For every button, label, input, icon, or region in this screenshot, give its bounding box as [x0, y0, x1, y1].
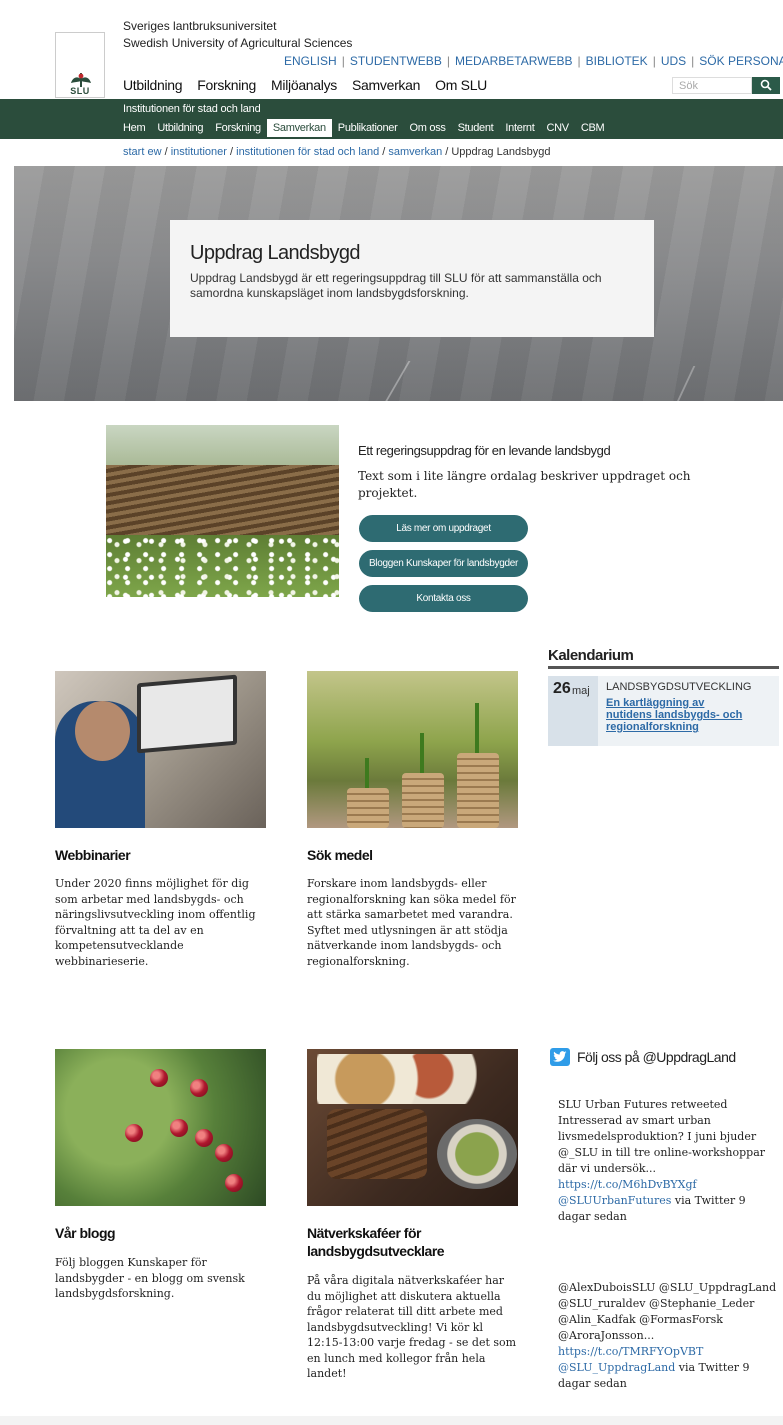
- org-name-sv: Sveriges lantbruksuniversitet: [123, 19, 277, 33]
- slu-logo[interactable]: SLU: [55, 32, 105, 98]
- coins-sprouts-image[interactable]: [307, 671, 518, 828]
- subnav-hem[interactable]: Hem: [123, 119, 151, 137]
- intro-text: Text som i lite längre ordalag beskriver…: [358, 469, 691, 500]
- card-title-sok-medel[interactable]: Sök medel: [307, 846, 373, 864]
- link-studentwebb[interactable]: STUDENTWEBB: [350, 54, 442, 68]
- card-text-natverkskafeer: På våra digitala nätverkskaféer har du m…: [307, 1274, 517, 1380]
- hero-text: Uppdrag Landsbygd är ett regeringsuppdra…: [190, 271, 602, 300]
- magnifier-icon: [760, 79, 772, 91]
- link-uds[interactable]: UDS: [661, 54, 686, 68]
- berries-image[interactable]: [55, 1049, 266, 1206]
- intro-heading: Ett regeringsuppdrag för en levande land…: [358, 443, 611, 458]
- card-text-var-blogg: Följ bloggen Kunskaper för landsbygder -…: [55, 1256, 245, 1300]
- link-medarbetarwebb[interactable]: MEDARBETARWEBB: [455, 54, 573, 68]
- subnav-student[interactable]: Student: [452, 119, 500, 137]
- link-bibliotek[interactable]: BIBLIOTEK: [586, 54, 648, 68]
- calendar-title: Kalendarium: [548, 647, 634, 664]
- tweet-2-handle[interactable]: @SLU_UppdragLand: [558, 1361, 675, 1374]
- card-text-webbinarier: Under 2020 finns möjlighet för dig som a…: [55, 877, 256, 968]
- twitter-bird-icon: [550, 1048, 570, 1066]
- webinar-image[interactable]: [55, 671, 266, 828]
- nav-miljoanalys[interactable]: Miljöanalys: [271, 77, 337, 93]
- subnav-publikationer[interactable]: Publikationer: [332, 119, 404, 137]
- crumb-samverkan[interactable]: samverkan: [388, 146, 442, 158]
- nav-forskning[interactable]: Forskning: [197, 77, 256, 93]
- nav-samverkan[interactable]: Samverkan: [352, 77, 420, 93]
- nav-utbildning[interactable]: Utbildning: [123, 77, 183, 93]
- card-title-var-blogg[interactable]: Vår blogg: [55, 1224, 116, 1242]
- calendar-month: maj: [572, 685, 590, 697]
- tweet-2: @AlexDuboisSLU @SLU_UppdragLand @SLU_rur…: [558, 1280, 778, 1392]
- subnav-cnv[interactable]: CNV: [541, 119, 575, 137]
- main-nav: Utbildning Forskning Miljöanalys Samverk…: [123, 77, 487, 93]
- card-title-webbinarier[interactable]: Webbinarier: [55, 846, 131, 864]
- calendar-divider: [548, 666, 779, 669]
- subnav-samverkan[interactable]: Samverkan: [266, 119, 332, 137]
- tweet-2-text: @AlexDuboisSLU @SLU_UppdragLand @SLU_rur…: [558, 1281, 777, 1342]
- institution-name[interactable]: Institutionen för stad och land: [123, 103, 261, 115]
- calendar-day: 26: [553, 680, 571, 697]
- blog-button[interactable]: Bloggen Kunskaper för landsbygder: [359, 550, 528, 577]
- crumb-institutionen[interactable]: institutionen för stad och land: [236, 146, 379, 158]
- calendar-category: LANDSBYGDSUTVECKLING: [606, 681, 752, 693]
- footer-strip: [0, 1416, 783, 1425]
- tweet-1: SLU Urban Futures retweeted Intresserad …: [558, 1097, 778, 1225]
- tweet-1-text: SLU Urban Futures retweeted Intresserad …: [558, 1098, 766, 1175]
- card-text-sok-medel: Forskare inom landsbygds- eller regional…: [307, 877, 516, 968]
- twitter-title[interactable]: Följ oss på @UppdragLand: [577, 1049, 736, 1065]
- fence-meadow-image: [106, 425, 339, 597]
- tweet-1-handle[interactable]: @SLUUrbanFutures: [558, 1194, 671, 1207]
- top-links: ENGLISH | STUDENTWEBB | MEDARBETARWEBB | BIBLI…: [284, 54, 783, 68]
- leaf-logo-icon: [71, 73, 91, 87]
- contact-button[interactable]: Kontakta oss: [359, 585, 528, 612]
- link-english[interactable]: ENGLISH: [284, 54, 337, 68]
- card-title-natverkskafeer[interactable]: Nätverkskaféer för landsbygdsutvecklare: [307, 1224, 487, 1260]
- breadcrumb: start ew / institutioner / institutionen…: [123, 146, 551, 158]
- read-more-button[interactable]: Läs mer om uppdraget: [359, 515, 528, 542]
- subnav-internt[interactable]: Internt: [499, 119, 540, 137]
- lunch-table-image[interactable]: [307, 1049, 518, 1206]
- link-sok-personal[interactable]: SÖK PERSONAL: [699, 54, 783, 68]
- calendar-event-link[interactable]: En kartläggning av nutidens landsbygds- …: [606, 697, 746, 733]
- subnav-utbildning[interactable]: Utbildning: [151, 119, 209, 137]
- nav-om-slu[interactable]: Om SLU: [435, 77, 487, 93]
- subnav-forskning[interactable]: Forskning: [209, 119, 267, 137]
- subnav-om-oss[interactable]: Om oss: [404, 119, 452, 137]
- page-title: Uppdrag Landsbygd: [190, 242, 361, 264]
- crumb-institutioner[interactable]: institutioner: [171, 146, 227, 158]
- subnav-cbm[interactable]: CBM: [575, 119, 611, 137]
- tweet-1-link[interactable]: https://t.co/M6hDvBYXgf: [558, 1178, 697, 1191]
- org-name-en: Swedish University of Agricultural Scien…: [123, 36, 353, 50]
- crumb-start[interactable]: start ew: [123, 146, 162, 158]
- crumb-current: Uppdrag Landsbygd: [451, 146, 551, 158]
- logo-text: SLU: [70, 86, 90, 96]
- search-input[interactable]: Sök: [672, 77, 752, 94]
- search-button[interactable]: [752, 77, 780, 94]
- tweet-2-link[interactable]: https://t.co/TMRFYOpVBT: [558, 1345, 703, 1358]
- sub-nav: Hem Utbildning Forskning Samverkan Publi…: [123, 119, 610, 137]
